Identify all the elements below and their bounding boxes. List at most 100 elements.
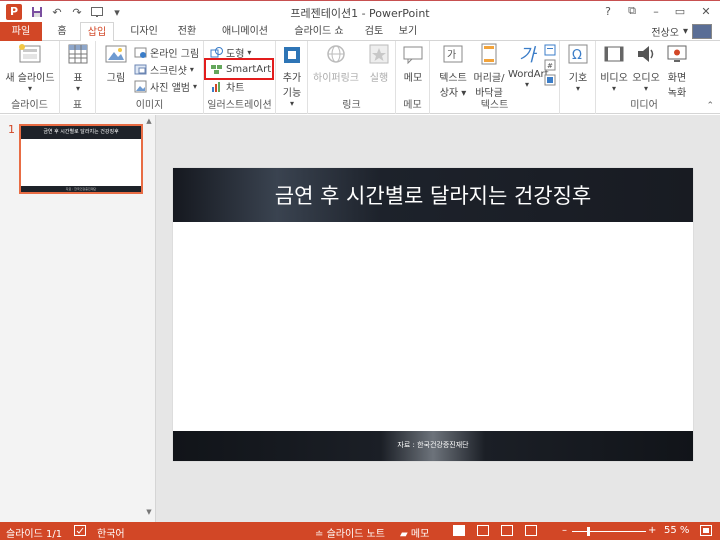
group-label-slides: 슬라이드 (11, 100, 48, 111)
screen-recording-label-1: 화면 (667, 73, 687, 84)
tab-animations[interactable]: 애니메이션 (212, 22, 278, 41)
video-button[interactable]: 비디오 ▾ (598, 43, 630, 93)
table-icon (65, 43, 91, 67)
screen-recording-button[interactable]: 화면 녹화 (662, 43, 692, 99)
help-button[interactable]: ? (596, 1, 620, 21)
wordart-label: WordArt (508, 69, 549, 80)
scroll-down-icon[interactable]: ▼ (144, 508, 154, 518)
chevron-down-icon: ▾ (289, 99, 294, 108)
group-label-tables: 표 (72, 100, 83, 111)
zoom-level[interactable]: 55 % (664, 525, 689, 536)
slide-counter: 슬라이드 1/1 (6, 529, 63, 540)
ribbon-insert: 새 슬라이드 ▾ 슬라이드 표 ▾ 표 그림 온라인 그림 스크린샷 ▾ 사진 … (0, 41, 720, 114)
tab-view[interactable]: 보기 (394, 22, 422, 41)
comment-button[interactable]: 메모 (398, 43, 428, 84)
ribbon-display-options-button[interactable]: ⧉ (620, 1, 644, 21)
zoom-in-button[interactable]: + (648, 525, 656, 536)
chevron-down-icon: ▾ (75, 84, 80, 93)
restore-button[interactable]: ▭ (668, 1, 692, 21)
fit-slide-icon[interactable] (700, 525, 712, 539)
scroll-up-icon[interactable]: ▲ (144, 117, 154, 127)
hyperlink-button[interactable]: 하이퍼링크 (310, 43, 362, 84)
group-label-illustrations: 일러스트레이션 (207, 100, 272, 111)
chevron-down-icon: ▾ (192, 81, 197, 91)
chevron-down-icon: ▾ (611, 84, 616, 93)
object-icon[interactable] (544, 74, 556, 89)
language[interactable]: 한국어 (97, 525, 125, 540)
audio-button[interactable]: 오디오 ▾ (630, 43, 662, 93)
slide-title[interactable]: 금연 후 시간별로 달라지는 건강징후 (173, 180, 693, 210)
window-controls: ? ⧉ – ▭ ✕ (596, 1, 720, 21)
ribbon-tabs: 파일 홈 삽입 디자인 전환 애니메이션 슬라이드 쇼 검토 보기 전상오 ▾ (0, 22, 720, 42)
wordart-button[interactable]: 가 WordArt ▾ (508, 43, 549, 89)
comments-button[interactable]: ▰ 메모 (400, 525, 429, 540)
date-time-icon[interactable] (544, 44, 556, 59)
addins-label: 추가 기능 (282, 73, 302, 99)
reading-view-icon[interactable] (501, 525, 513, 536)
addins-button[interactable]: 추가 기능 ▾ (277, 43, 307, 108)
slide-header-band: 금연 후 시간별로 달라지는 건강징후 (173, 168, 693, 222)
collapse-ribbon-icon[interactable]: ⌃ (706, 101, 714, 111)
screenshot-button[interactable]: 스크린샷 ▾ (134, 61, 194, 77)
tab-slideshow[interactable]: 슬라이드 쇼 (284, 22, 354, 41)
spelling-icon[interactable] (74, 525, 86, 539)
tab-design[interactable]: 디자인 (122, 22, 166, 41)
workspace: 1 금연 후 시간별로 달라지는 건강징후 자료 : 한국건강증진재단 ▲ ▼ … (0, 115, 720, 522)
comment-label: 메모 (403, 73, 423, 84)
group-links: 하이퍼링크 실행 링크 (308, 41, 396, 114)
action-button[interactable]: 실행 (364, 43, 394, 84)
speaker-icon (635, 43, 657, 67)
slide-source[interactable]: 자료 : 한국건강증진재단 (173, 440, 693, 450)
normal-view-icon[interactable] (453, 525, 465, 536)
tab-file[interactable]: 파일 (0, 22, 42, 41)
chart-button[interactable]: 차트 (210, 78, 244, 94)
group-label-media: 미디어 (630, 100, 658, 111)
notes-button[interactable]: ≐ 슬라이드 노트 (315, 525, 385, 540)
tab-transitions[interactable]: 전환 (170, 22, 204, 41)
slide-canvas[interactable]: 금연 후 시간별로 달라지는 건강징후 자료 : 한국건강증진재단 (173, 168, 693, 461)
video-label: 비디오 (600, 73, 628, 84)
group-images: 그림 온라인 그림 스크린샷 ▾ 사진 앨범 ▾ 이미지 (96, 41, 204, 114)
chevron-down-icon: ▾ (27, 84, 32, 93)
textbox-button[interactable]: 가 텍스트 상자 ▾ (436, 43, 470, 99)
chevron-down-icon: ▾ (247, 47, 252, 57)
thumbnail-footer: 자료 : 한국건강증진재단 (21, 186, 141, 192)
zoom-slider-thumb[interactable] (587, 527, 590, 536)
video-icon (603, 43, 625, 67)
chart-label: 차트 (226, 82, 245, 94)
screenshot-label: 스크린샷 (150, 65, 187, 77)
new-slide-button[interactable]: 새 슬라이드 ▾ (4, 43, 56, 93)
header-footer-button[interactable]: 머리글/ 바닥글 (470, 43, 508, 99)
textbox-label-1: 텍스트 (439, 73, 467, 84)
tab-review[interactable]: 검토 (360, 22, 388, 41)
thumbnail-scrollbar[interactable]: ▲ ▼ (144, 115, 152, 522)
slide-thumbnail[interactable]: 금연 후 시간별로 달라지는 건강징후 자료 : 한국건강증진재단 (19, 124, 143, 194)
photo-album-button[interactable]: 사진 앨범 ▾ (134, 78, 197, 94)
new-slide-label: 새 슬라이드 (5, 73, 55, 84)
slide-sorter-icon[interactable] (477, 525, 489, 536)
tab-home[interactable]: 홈 (50, 22, 74, 41)
group-tables: 표 ▾ 표 (60, 41, 96, 114)
pictures-button[interactable]: 그림 (100, 43, 132, 84)
svg-text:#: # (547, 62, 553, 70)
online-pictures-button[interactable]: 온라인 그림 (134, 44, 199, 60)
tab-insert[interactable]: 삽입 (80, 22, 114, 42)
close-button[interactable]: ✕ (692, 1, 720, 21)
comment-icon (402, 43, 424, 67)
slideshow-icon[interactable] (525, 525, 537, 536)
user-account[interactable]: 전상오 ▾ (651, 24, 712, 39)
screenshot-icon (134, 63, 147, 76)
symbols-button[interactable]: Ω 기호 ▾ (562, 43, 594, 93)
zoom-out-button[interactable]: – (562, 525, 567, 536)
avatar (692, 24, 712, 39)
group-text: 가 텍스트 상자 ▾ 머리글/ 바닥글 가 WordArt ▾ # 텍스트 (430, 41, 560, 114)
table-button[interactable]: 표 ▾ (64, 43, 92, 93)
online-pictures-label: 온라인 그림 (150, 48, 200, 60)
minimize-button[interactable]: – (644, 1, 668, 21)
new-slide-icon (17, 43, 43, 67)
zoom-slider[interactable] (572, 531, 646, 532)
status-bar: 슬라이드 1/1 한국어 ≐ 슬라이드 노트 ▰ 메모 – + 55 % (0, 522, 720, 540)
slide-number-icon[interactable]: # (544, 59, 556, 74)
user-name: 전상오 (651, 28, 679, 39)
chevron-down-icon: ▾ (643, 84, 648, 93)
